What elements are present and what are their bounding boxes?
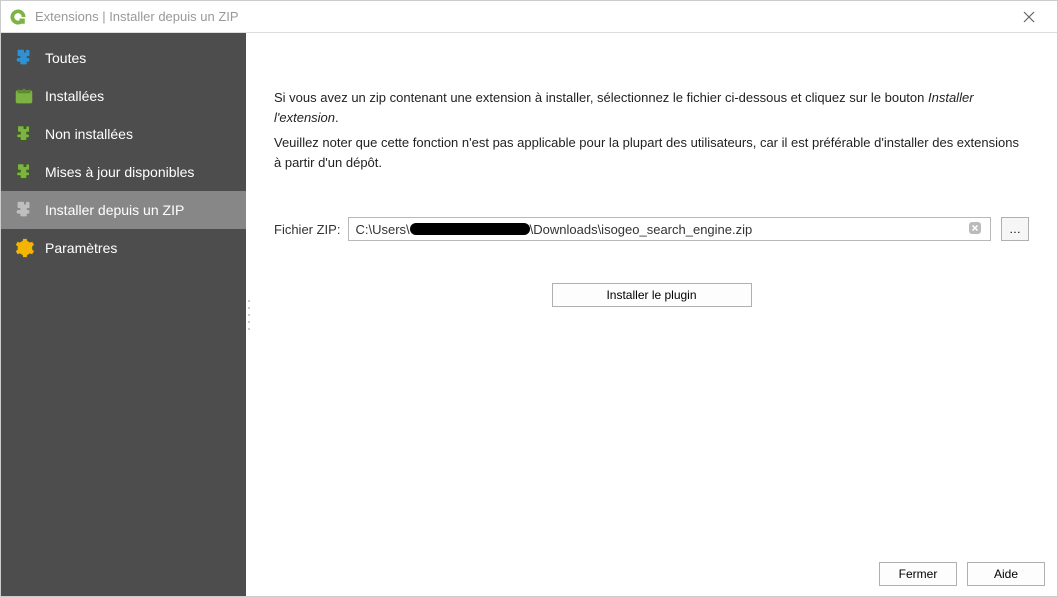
sidebar-item-all[interactable]: Toutes — [1, 39, 246, 77]
sidebar-item-settings[interactable]: Paramètres — [1, 229, 246, 267]
puzzle-icon — [13, 47, 35, 69]
intro-line-2: Veuillez noter que cette fonction n'est … — [274, 133, 1029, 172]
window-title: Extensions | Installer depuis un ZIP — [35, 9, 239, 24]
sidebar: Toutes Installées Non installées Mises à… — [1, 33, 246, 596]
sidebar-item-installed[interactable]: Installées — [1, 77, 246, 115]
sidebar-item-install-zip[interactable]: Installer depuis un ZIP — [1, 191, 246, 229]
puzzle-gray-icon — [13, 199, 35, 221]
sidebar-item-updates[interactable]: Mises à jour disponibles — [1, 153, 246, 191]
qgis-icon — [9, 8, 27, 26]
zip-path-before: C:\Users\ — [355, 222, 409, 237]
sidebar-item-label: Installer depuis un ZIP — [45, 202, 184, 218]
dialog-footer: Fermer Aide — [246, 552, 1057, 596]
close-button[interactable]: Fermer — [879, 562, 957, 586]
install-plugin-button[interactable]: Installer le plugin — [552, 283, 752, 307]
help-button[interactable]: Aide — [967, 562, 1045, 586]
zip-path-input[interactable]: C:\Users\ \Downloads\isogeo_search_engin… — [348, 217, 991, 241]
zip-field-label: Fichier ZIP: — [274, 222, 340, 237]
main-panel: Si vous avez un zip contenant une extens… — [246, 33, 1057, 596]
sidebar-item-not-installed[interactable]: Non installées — [1, 115, 246, 153]
sidebar-item-label: Mises à jour disponibles — [45, 164, 194, 180]
sidebar-item-label: Non installées — [45, 126, 133, 142]
redacted-username — [410, 223, 530, 235]
sidebar-item-label: Toutes — [45, 50, 86, 66]
gear-icon — [13, 237, 35, 259]
clear-input-icon[interactable] — [966, 221, 984, 238]
puzzle-update-icon — [13, 161, 35, 183]
splitter-handle[interactable] — [246, 300, 252, 330]
sidebar-item-label: Paramètres — [45, 240, 117, 256]
titlebar: Extensions | Installer depuis un ZIP — [1, 1, 1057, 33]
zip-path-after: \Downloads\isogeo_search_engine.zip — [530, 222, 753, 237]
puzzle-box-icon — [13, 85, 35, 107]
sidebar-item-label: Installées — [45, 88, 104, 104]
browse-button[interactable]: … — [1001, 217, 1029, 241]
puzzle-dark-icon — [13, 123, 35, 145]
intro-line-1: Si vous avez un zip contenant une extens… — [274, 88, 1029, 127]
window-close-button[interactable] — [1009, 3, 1049, 31]
